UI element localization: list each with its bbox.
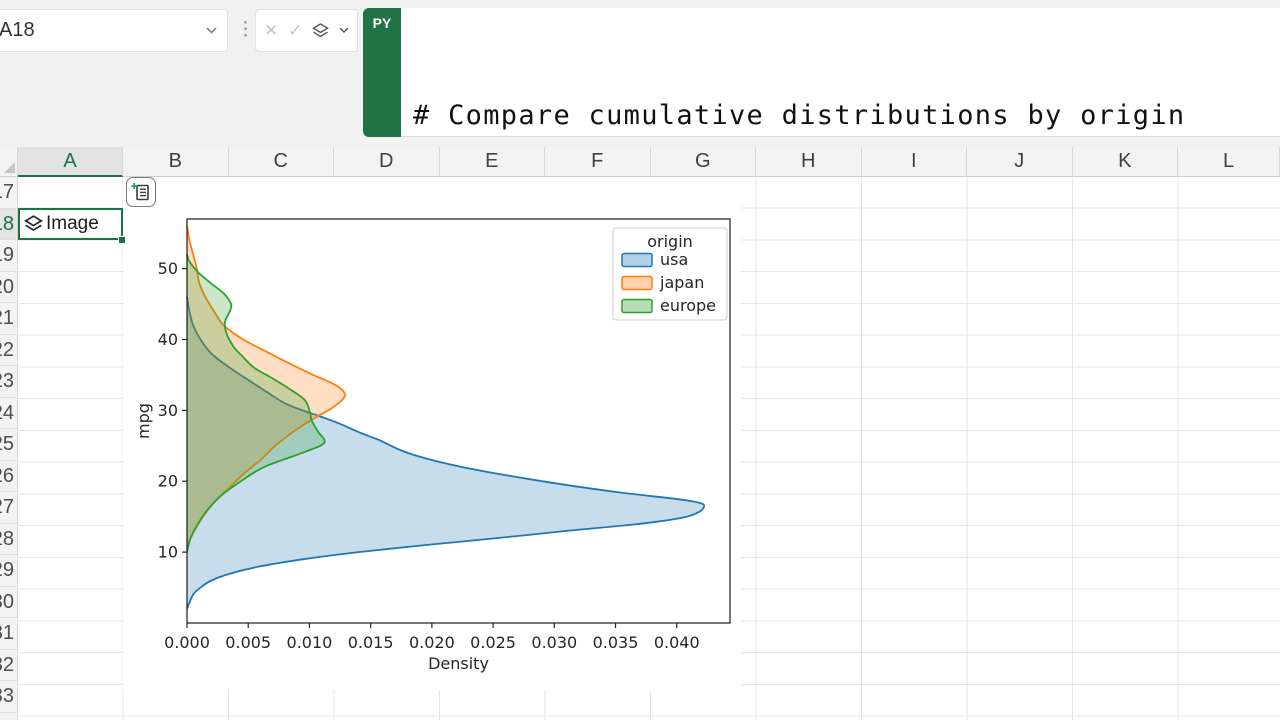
chevron-down-icon[interactable] <box>206 27 217 34</box>
legend-label-usa: usa <box>660 250 688 269</box>
row-header-32[interactable]: 32 <box>0 650 18 682</box>
row-header-28[interactable]: 28 <box>0 524 18 556</box>
column-header-c[interactable]: C <box>229 147 335 177</box>
code-line: # Compare cumulative distributions by or… <box>413 95 1185 136</box>
row-header-22[interactable]: 22 <box>0 335 18 367</box>
python-badge: PY <box>363 8 401 137</box>
layers-icon[interactable] <box>312 23 329 39</box>
svg-text:20: 20 <box>158 472 178 491</box>
svg-text:40: 40 <box>158 330 178 349</box>
row-header-21[interactable]: 21 <box>0 303 18 335</box>
fill-handle[interactable] <box>118 236 126 244</box>
column-header-l[interactable]: L <box>1178 147 1280 177</box>
column-header-g[interactable]: G <box>651 147 757 177</box>
svg-text:30: 30 <box>158 401 178 420</box>
row-header-26[interactable]: 26 <box>0 461 18 493</box>
column-header-a[interactable]: A <box>18 147 123 177</box>
row-header-31[interactable]: 31 <box>0 618 18 650</box>
svg-text:0.020: 0.020 <box>409 633 455 652</box>
svg-text:0.030: 0.030 <box>531 633 577 652</box>
row-header-20[interactable]: 20 <box>0 272 18 304</box>
cell-value: Image <box>46 213 99 235</box>
legend-swatch-usa <box>622 254 652 267</box>
row-header-25[interactable]: 25 <box>0 429 18 461</box>
row-header-34[interactable]: 34 <box>0 713 18 720</box>
row-header-27[interactable]: 27 <box>0 492 18 524</box>
svg-text:0.005: 0.005 <box>225 633 271 652</box>
row-header-29[interactable]: 29 <box>0 555 18 587</box>
svg-text:10: 10 <box>158 543 178 562</box>
column-header-e[interactable]: E <box>440 147 546 177</box>
x-axis-label: Density <box>428 654 489 673</box>
row-header-18[interactable]: 18 <box>0 209 18 241</box>
column-header-k[interactable]: K <box>1073 147 1179 177</box>
y-axis-label: mpg <box>134 403 153 439</box>
legend-swatch-japan <box>622 277 652 290</box>
name-box-value: A18 <box>0 19 35 42</box>
svg-text:0.040: 0.040 <box>654 633 700 652</box>
select-all-corner[interactable] <box>0 147 18 177</box>
formula-bar-buttons: ✕ ✓ <box>255 9 358 52</box>
cancel-icon[interactable]: ✕ <box>264 21 278 41</box>
excel-window: PY # Compare cumulative distributions by… <box>0 0 1280 720</box>
row-header-30[interactable]: 30 <box>0 587 18 619</box>
svg-text:0.015: 0.015 <box>348 633 394 652</box>
row-header-24[interactable]: 24 <box>0 398 18 430</box>
column-header-d[interactable]: D <box>334 147 440 177</box>
kde-chart-svg: 0.000 0.005 0.010 0.015 0.020 0.025 0.030 0.035… <box>123 177 741 690</box>
svg-text:0.000: 0.000 <box>164 633 210 652</box>
column-header-i[interactable]: I <box>862 147 968 177</box>
legend-label-japan: japan <box>659 273 704 292</box>
enter-check-icon[interactable]: ✓ <box>288 21 302 41</box>
chevron-down-icon[interactable] <box>339 27 349 34</box>
row-header-19[interactable]: 19 <box>0 240 18 272</box>
legend-title: origin <box>647 232 693 251</box>
svg-text:50: 50 <box>158 259 178 278</box>
kebab-menu-icon[interactable]: ⋮ <box>236 18 255 41</box>
corner-triangle-icon <box>4 162 15 173</box>
insert-data-card-button[interactable] <box>126 177 156 207</box>
row-header-33[interactable]: 33 <box>0 681 18 713</box>
legend-label-europe: europe <box>660 296 716 315</box>
column-header-j[interactable]: J <box>967 147 1073 177</box>
chart-figure[interactable]: 0.000 0.005 0.010 0.015 0.020 0.025 0.030 0.035… <box>123 177 741 690</box>
column-header-f[interactable]: F <box>545 147 651 177</box>
column-header-h[interactable]: H <box>756 147 862 177</box>
name-box[interactable]: A18 <box>0 9 228 52</box>
row-header-17[interactable]: 17 <box>0 177 18 209</box>
svg-text:0.025: 0.025 <box>470 633 516 652</box>
layers-icon <box>24 215 43 233</box>
svg-text:0.035: 0.035 <box>593 633 639 652</box>
insert-card-icon <box>131 182 151 202</box>
column-header-b[interactable]: B <box>123 147 229 177</box>
row-header-23[interactable]: 23 <box>0 366 18 398</box>
legend-swatch-europe <box>622 300 652 313</box>
selected-cell-a18[interactable]: Image <box>18 208 123 240</box>
svg-text:0.010: 0.010 <box>287 633 333 652</box>
